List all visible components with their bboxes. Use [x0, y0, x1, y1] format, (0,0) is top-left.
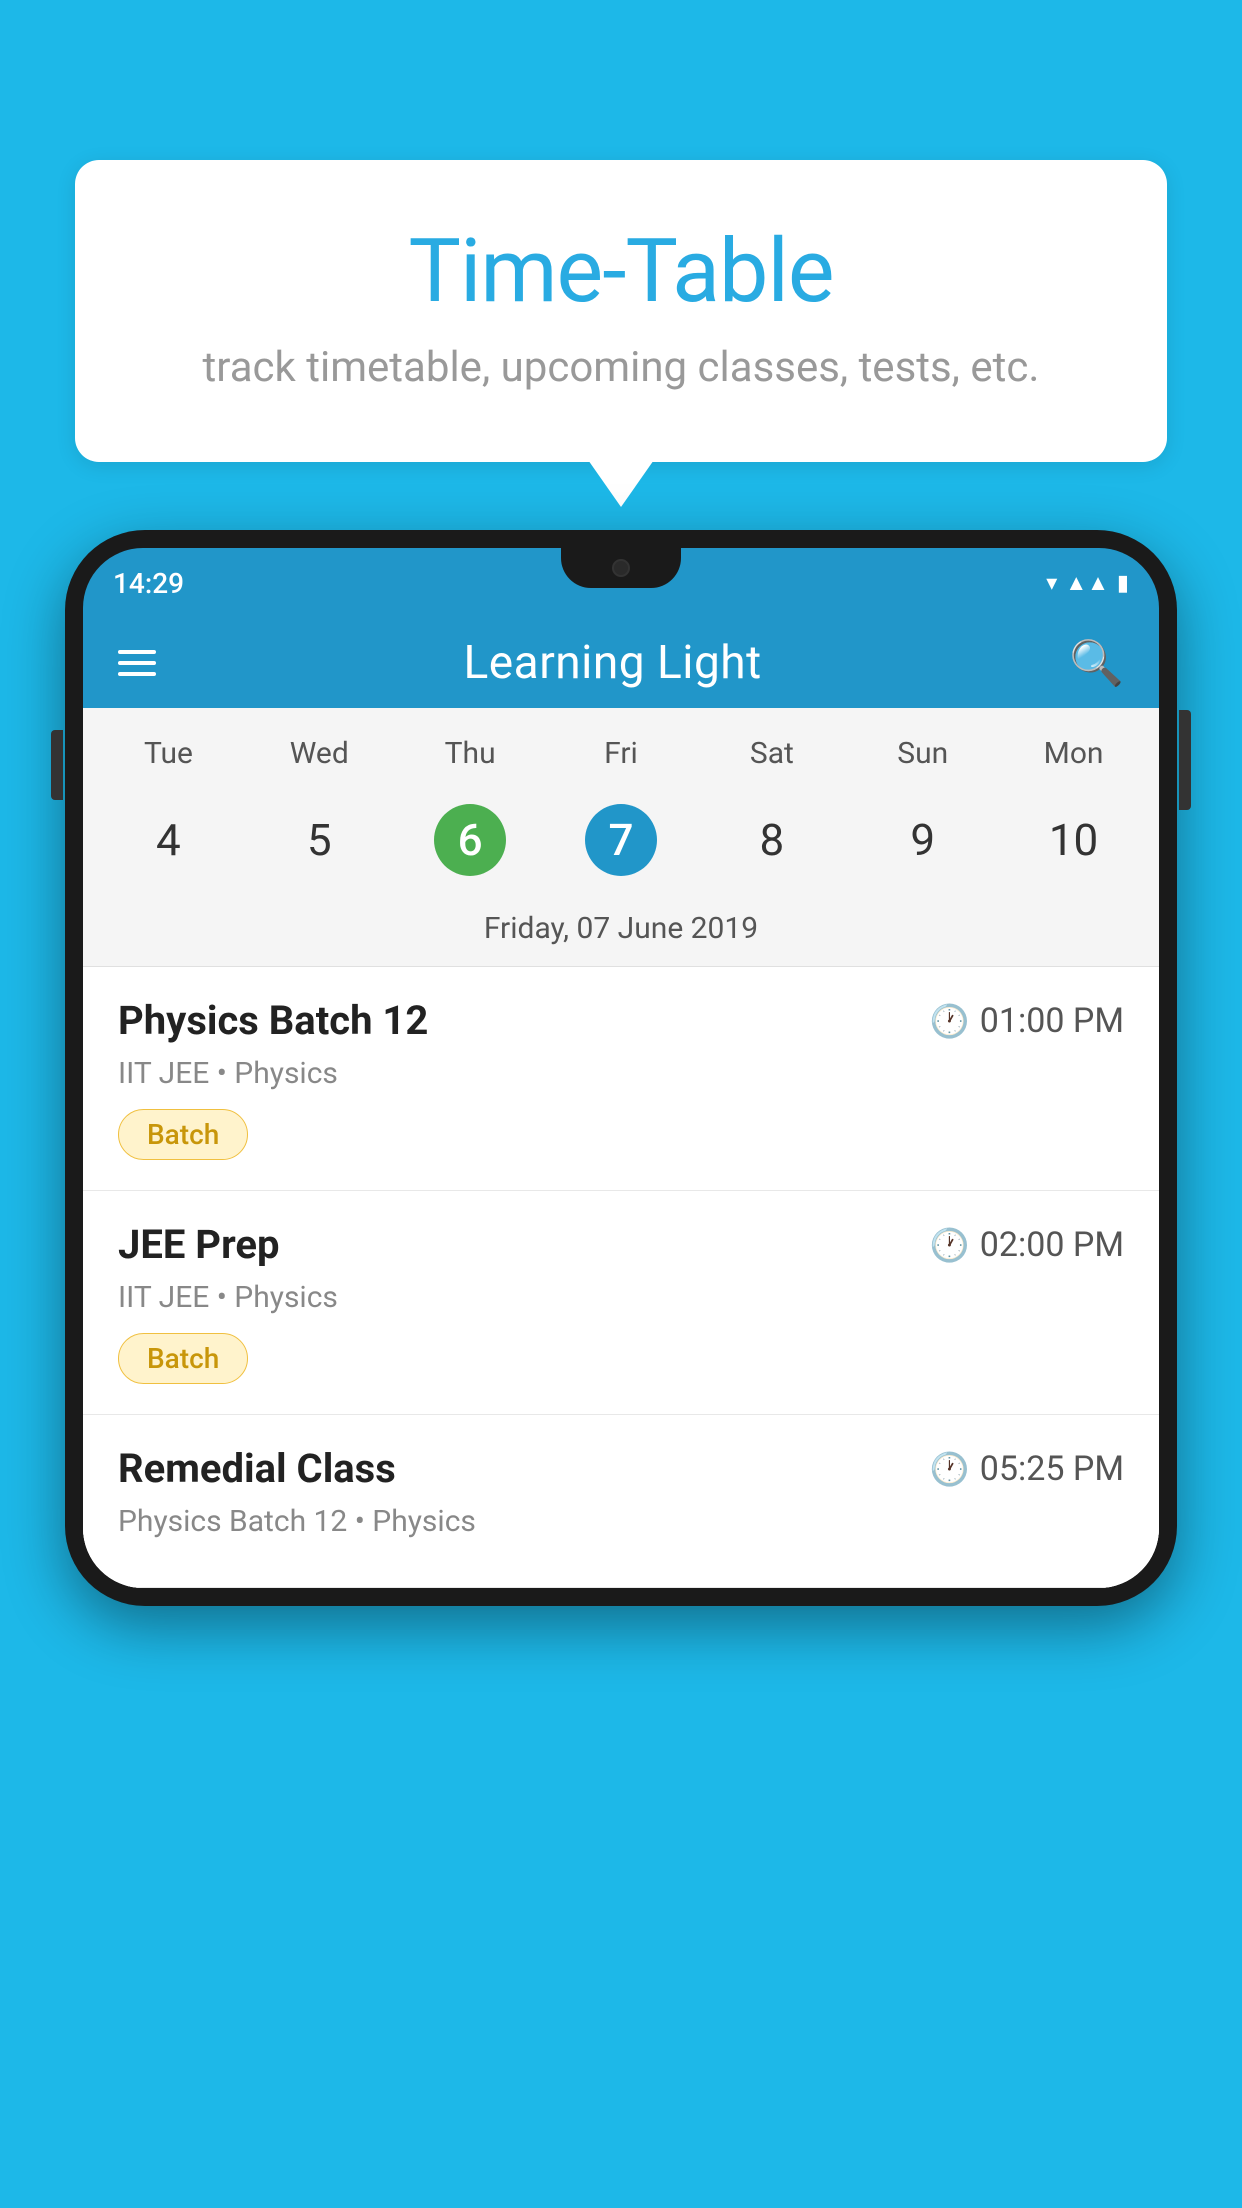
calendar-section: Tue Wed Thu Fri Sat Sun Mon 4 5 6 7 8 9 … — [83, 708, 1159, 967]
batch-badge-1: Batch — [118, 1109, 248, 1160]
dates-row: 4 5 6 7 8 9 10 — [83, 789, 1159, 901]
item-time-1: 🕐 01:00 PM — [930, 1001, 1124, 1041]
date-6[interactable]: 6 — [395, 794, 546, 886]
date-4[interactable]: 4 — [93, 794, 244, 886]
item-title-3: Remedial Class — [118, 1445, 396, 1492]
phone-side-left — [51, 730, 63, 800]
hamburger-menu-icon[interactable] — [118, 650, 156, 676]
battery-icon: ▮ — [1117, 571, 1129, 596]
selected-date-label: Friday, 07 June 2019 — [83, 901, 1159, 967]
status-bar: 14:29 ▾ ▲▲ ▮ — [83, 548, 1159, 618]
clock-icon-2: 🕐 — [930, 1226, 970, 1264]
status-time: 14:29 — [113, 567, 184, 600]
day-label-mon: Mon — [998, 728, 1149, 779]
schedule-item-header-2: JEE Prep 🕐 02:00 PM — [118, 1221, 1124, 1268]
clock-icon-1: 🕐 — [930, 1002, 970, 1040]
item-subtitle-2: IIT JEE • Physics — [118, 1280, 1124, 1315]
wifi-icon: ▾ — [1046, 571, 1057, 596]
date-10[interactable]: 10 — [998, 794, 1149, 886]
day-label-wed: Wed — [244, 728, 395, 779]
item-time-3: 🕐 05:25 PM — [930, 1449, 1124, 1489]
date-8[interactable]: 8 — [696, 794, 847, 886]
date-5[interactable]: 5 — [244, 794, 395, 886]
search-icon[interactable]: 🔍 — [1069, 637, 1124, 689]
camera-dot — [612, 559, 630, 577]
app-header: Learning Light 🔍 — [83, 618, 1159, 708]
item-time-2: 🕐 02:00 PM — [930, 1225, 1124, 1265]
day-label-sun: Sun — [847, 728, 998, 779]
day-label-tue: Tue — [93, 728, 244, 779]
schedule-item-2[interactable]: JEE Prep 🕐 02:00 PM IIT JEE • Physics Ba… — [83, 1191, 1159, 1415]
status-icons: ▾ ▲▲ ▮ — [1046, 570, 1129, 596]
schedule-item-header-3: Remedial Class 🕐 05:25 PM — [118, 1445, 1124, 1492]
item-title-2: JEE Prep — [118, 1221, 279, 1268]
batch-badge-2: Batch — [118, 1333, 248, 1384]
app-title: Learning Light — [464, 636, 762, 690]
date-7[interactable]: 7 — [546, 794, 697, 886]
schedule-item-1[interactable]: Physics Batch 12 🕐 01:00 PM IIT JEE • Ph… — [83, 967, 1159, 1191]
phone-container: 14:29 ▾ ▲▲ ▮ Learning Light 🔍 Tue — [65, 530, 1177, 2208]
phone-side-right — [1179, 710, 1191, 810]
phone-frame: 14:29 ▾ ▲▲ ▮ Learning Light 🔍 Tue — [65, 530, 1177, 1606]
schedule-item-header-1: Physics Batch 12 🕐 01:00 PM — [118, 997, 1124, 1044]
days-row: Tue Wed Thu Fri Sat Sun Mon — [83, 708, 1159, 789]
phone-screen: Learning Light 🔍 Tue Wed Thu Fri Sat Sun… — [83, 618, 1159, 1588]
speech-bubble-container: Time-Table track timetable, upcoming cla… — [75, 160, 1167, 462]
bubble-title: Time-Table — [155, 220, 1087, 323]
clock-icon-3: 🕐 — [930, 1450, 970, 1488]
day-label-sat: Sat — [696, 728, 847, 779]
bubble-subtitle: track timetable, upcoming classes, tests… — [155, 343, 1087, 392]
item-subtitle-3: Physics Batch 12 • Physics — [118, 1504, 1124, 1539]
day-label-thu: Thu — [395, 728, 546, 779]
schedule-container: Physics Batch 12 🕐 01:00 PM IIT JEE • Ph… — [83, 967, 1159, 1588]
signal-icon: ▲▲ — [1065, 570, 1109, 596]
schedule-item-3[interactable]: Remedial Class 🕐 05:25 PM Physics Batch … — [83, 1415, 1159, 1588]
speech-bubble: Time-Table track timetable, upcoming cla… — [75, 160, 1167, 462]
item-subtitle-1: IIT JEE • Physics — [118, 1056, 1124, 1091]
date-9[interactable]: 9 — [847, 794, 998, 886]
day-label-fri: Fri — [546, 728, 697, 779]
item-title-1: Physics Batch 12 — [118, 997, 428, 1044]
notch — [561, 548, 681, 588]
